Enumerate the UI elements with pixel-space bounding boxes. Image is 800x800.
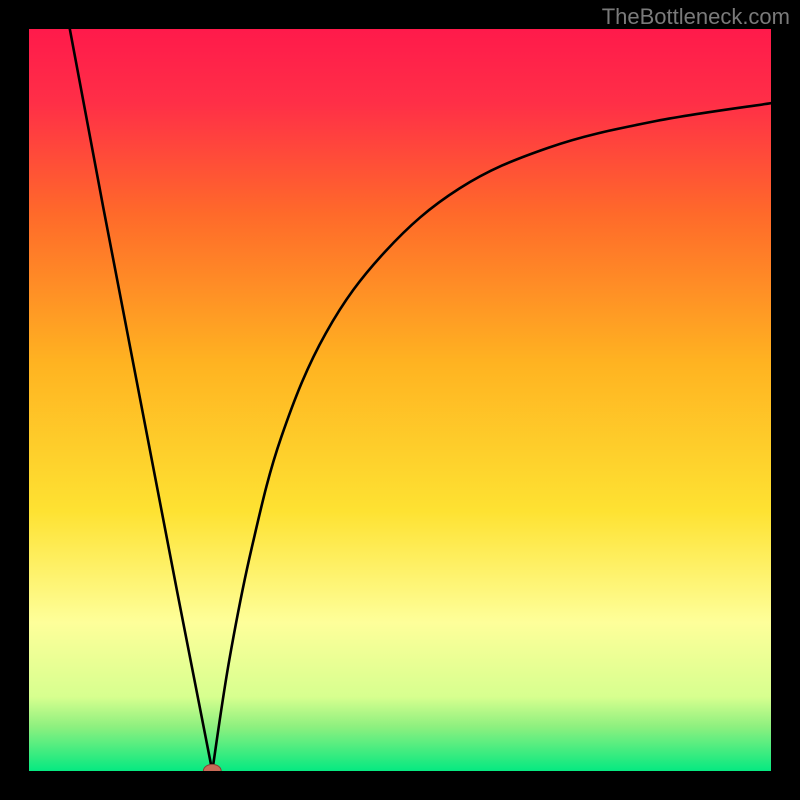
bottleneck-chart <box>29 29 771 771</box>
watermark-text: TheBottleneck.com <box>602 4 790 30</box>
chart-frame <box>29 29 771 771</box>
